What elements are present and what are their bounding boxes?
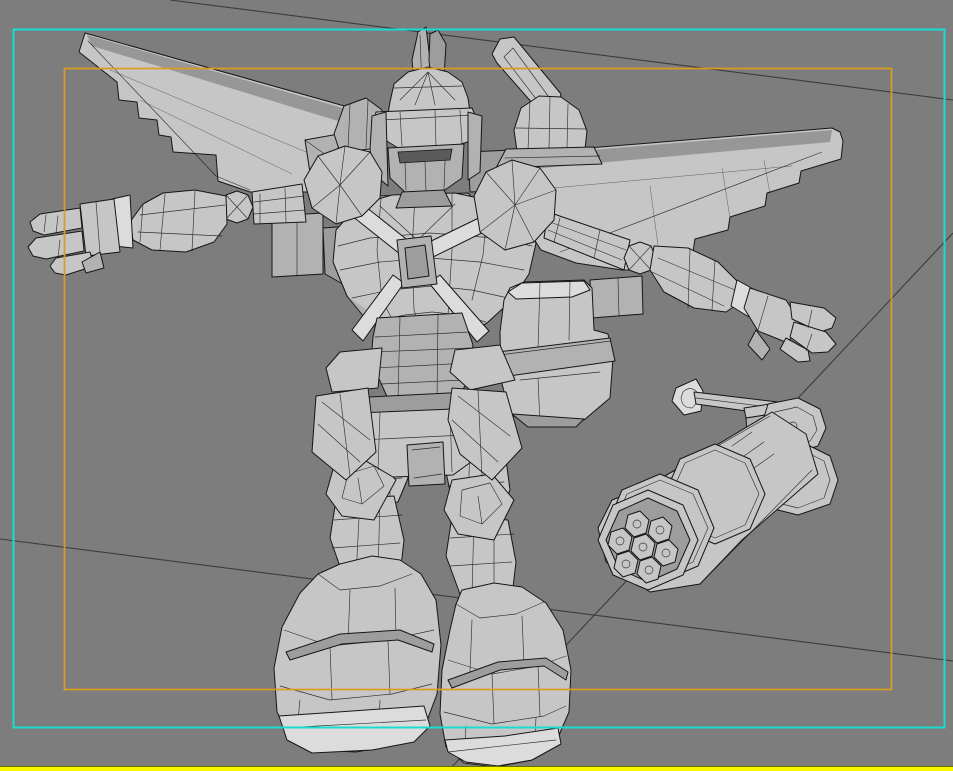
viewport-canvas[interactable] [0, 0, 953, 771]
active-viewport-border [0, 767, 953, 771]
helmet-brow [374, 108, 480, 148]
right-wing-root-block [590, 276, 643, 318]
perspective-viewport[interactable] [0, 0, 953, 771]
chin [396, 190, 452, 208]
minigun-muzzle-face [598, 490, 698, 590]
right-boot[interactable] [440, 583, 571, 767]
cheek-guard-right [468, 112, 482, 180]
